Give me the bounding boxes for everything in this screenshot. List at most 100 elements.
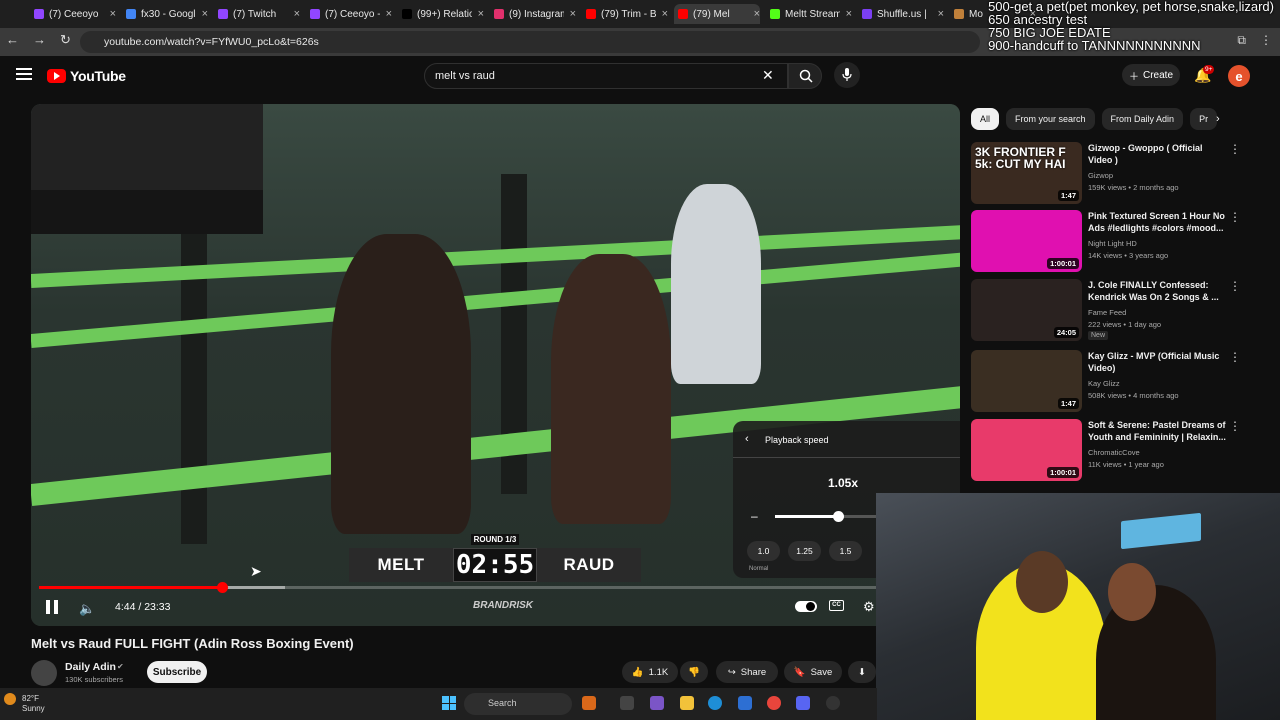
browser-tab[interactable]: (7) Ceeoyo ×	[30, 4, 116, 24]
video-thumbnail[interactable]: 1:00:01	[971, 419, 1082, 481]
share-label: Share	[740, 666, 767, 678]
close-tab-icon[interactable]: ×	[846, 8, 852, 20]
recommendation-title[interactable]: Kay Glizz - MVP (Official Music Video)	[1088, 350, 1228, 374]
task-view-icon[interactable]	[620, 696, 634, 710]
recommended-video[interactable]: 1:47 Kay Glizz - MVP (Official Music Vide…	[971, 350, 1261, 412]
recommended-video[interactable]: 3K FRONTIER F 5k: CUT MY HAI 1:47 Gizwop -…	[971, 142, 1261, 204]
recommended-video[interactable]: 1:00:01 Soft & Serene: Pastel Dreams of Y…	[971, 419, 1261, 481]
recommended-video[interactable]: 1:00:01 Pink Textured Screen 1 Hour No Ad…	[971, 210, 1261, 272]
browser-tab[interactable]: (7) Twitch ×	[214, 4, 300, 24]
video-thumbnail[interactable]: 1:00:01	[971, 210, 1082, 272]
filter-chip[interactable]: Pr	[1190, 108, 1218, 130]
youtube-logo[interactable]: YouTube	[47, 68, 126, 84]
forward-icon[interactable]: →	[33, 32, 46, 48]
tab-label: (99+) Relatio	[417, 8, 472, 20]
file-explorer-icon[interactable]	[680, 696, 694, 710]
store-icon[interactable]	[738, 696, 752, 710]
more-options-icon[interactable]: ⋮	[1229, 350, 1241, 364]
clear-search-icon[interactable]: ✕	[762, 67, 774, 84]
more-options-icon[interactable]: ⋮	[1229, 279, 1241, 293]
taskbar-app-icon[interactable]	[650, 696, 664, 710]
close-tab-icon[interactable]: ×	[570, 8, 576, 20]
video-player[interactable]: ROUND 1/3 MELT 02:55 RAUD BRANDRISK ‹ Pl…	[31, 104, 960, 626]
browser-tab[interactable]: Meltt Stream ×	[766, 4, 852, 24]
video-thumbnail[interactable]: 1:47	[971, 350, 1082, 412]
browser-tab[interactable]: (79) Mel ×	[674, 4, 760, 24]
captions-button[interactable]: CC	[829, 600, 844, 611]
speed-preset-button[interactable]: 1.5	[829, 541, 862, 561]
voice-search-button[interactable]	[834, 62, 860, 88]
create-button[interactable]: ＋ Create	[1122, 64, 1180, 86]
download-button[interactable]: ⬇	[848, 661, 876, 683]
browser-tab[interactable]: (9) Instagram ×	[490, 4, 576, 24]
recommendation-title[interactable]: Soft & Serene: Pastel Dreams of Youth an…	[1088, 419, 1228, 443]
browser-tab[interactable]: fx30 - Googl ×	[122, 4, 208, 24]
boxer-figure	[551, 254, 671, 524]
url-field[interactable]: youtube.com/watch?v=FYfWU0_pcLo&t=626s	[80, 31, 980, 53]
close-tab-icon[interactable]: ×	[662, 8, 668, 20]
recommendation-title[interactable]: Gizwop - Gwoppo ( Official Video )	[1088, 142, 1228, 166]
taskbar-app-icon[interactable]	[582, 696, 596, 710]
progress-scrubber[interactable]	[216, 582, 228, 593]
volume-icon[interactable]: 🔈	[79, 601, 95, 617]
dislike-button[interactable]: 👎	[680, 661, 708, 683]
edge-browser-icon[interactable]	[708, 696, 722, 710]
speed-preset-button[interactable]: 1.0	[747, 541, 780, 561]
video-thumbnail[interactable]: 24:05	[971, 279, 1082, 341]
time-display: 4:44 / 23:33	[115, 601, 171, 613]
reload-icon[interactable]: ↻	[60, 32, 71, 48]
more-options-icon[interactable]: ⋮	[1229, 419, 1241, 433]
weather-widget[interactable]: 82°F Sunny	[12, 694, 45, 714]
like-button[interactable]: 👍 1.1K	[622, 661, 678, 683]
autoplay-toggle[interactable]	[795, 601, 817, 612]
filter-chip[interactable]: From your search	[1006, 108, 1095, 130]
video-thumbnail[interactable]: 3K FRONTIER F 5k: CUT MY HAI 1:47	[971, 142, 1082, 204]
speed-preset-button[interactable]: 1.25	[788, 541, 821, 561]
browser-tab[interactable]: (79) Trim - B ×	[582, 4, 668, 24]
channel-avatar[interactable]	[31, 660, 57, 686]
search-input[interactable]: melt vs raud	[424, 63, 788, 89]
browser-tab[interactable]: (99+) Relatio ×	[398, 4, 484, 24]
search-button[interactable]	[788, 63, 822, 89]
close-tab-icon[interactable]: ×	[110, 8, 116, 20]
chrome-icon[interactable]	[767, 696, 781, 710]
taskbar-search[interactable]: Search	[464, 693, 572, 715]
discord-icon[interactable]	[796, 696, 810, 710]
more-options-icon[interactable]: ⋮	[1229, 142, 1241, 156]
close-tab-icon[interactable]: ×	[938, 8, 944, 20]
pause-button[interactable]	[46, 600, 58, 614]
microphone-icon	[842, 68, 852, 81]
close-tab-icon[interactable]: ×	[478, 8, 484, 20]
recommendation-title[interactable]: Pink Textured Screen 1 Hour No Ads #ledl…	[1088, 210, 1228, 234]
chevron-right-icon[interactable]: ›	[1216, 113, 1220, 125]
settings-gear-icon[interactable]: ⚙	[863, 599, 875, 615]
subscribe-button[interactable]: Subscribe	[147, 661, 207, 683]
back-chevron-icon[interactable]: ‹	[745, 433, 749, 445]
close-tab-icon[interactable]: ×	[294, 8, 300, 20]
close-tab-icon[interactable]: ×	[754, 8, 760, 20]
duration-badge: 1:47	[1057, 398, 1079, 409]
close-tab-icon[interactable]: ×	[202, 8, 208, 20]
progress-bar[interactable]	[39, 582, 949, 593]
more-options-icon[interactable]: ⋮	[1229, 210, 1241, 224]
share-button[interactable]: ↪ Share	[716, 661, 778, 683]
close-tab-icon[interactable]: ×	[386, 8, 392, 20]
speed-decrease-button[interactable]: –	[751, 509, 758, 523]
account-avatar[interactable]: e	[1228, 65, 1250, 87]
back-icon[interactable]: ←	[6, 32, 19, 48]
browser-tab[interactable]: Shuffle.us | ×	[858, 4, 944, 24]
tab-label: (7) Ceeoyo	[49, 8, 99, 20]
save-button[interactable]: 🔖 Save	[784, 661, 842, 683]
fight-scoreboard: MELT 02:55 RAUD	[349, 548, 641, 582]
recommended-video[interactable]: 24:05 J. Cole FINALLY Confessed: Kendrick…	[971, 279, 1261, 341]
obs-icon[interactable]	[826, 696, 840, 710]
recommendation-title[interactable]: J. Cole FINALLY Confessed: Kendrick Was …	[1088, 279, 1228, 303]
speed-slider-knob[interactable]	[833, 511, 844, 522]
filter-chip[interactable]: From Daily Adin	[1101, 108, 1184, 130]
filter-chip[interactable]: All	[971, 108, 1000, 130]
browser-tab[interactable]: (7) Ceeoyo - ×	[306, 4, 392, 24]
channel-name[interactable]: Daily Adin	[65, 661, 116, 673]
overlay-line: 900-handcuff to TANNNNNNNNNNN	[988, 38, 1201, 53]
hamburger-menu-icon[interactable]	[16, 68, 32, 80]
windows-start-icon[interactable]	[442, 696, 456, 710]
